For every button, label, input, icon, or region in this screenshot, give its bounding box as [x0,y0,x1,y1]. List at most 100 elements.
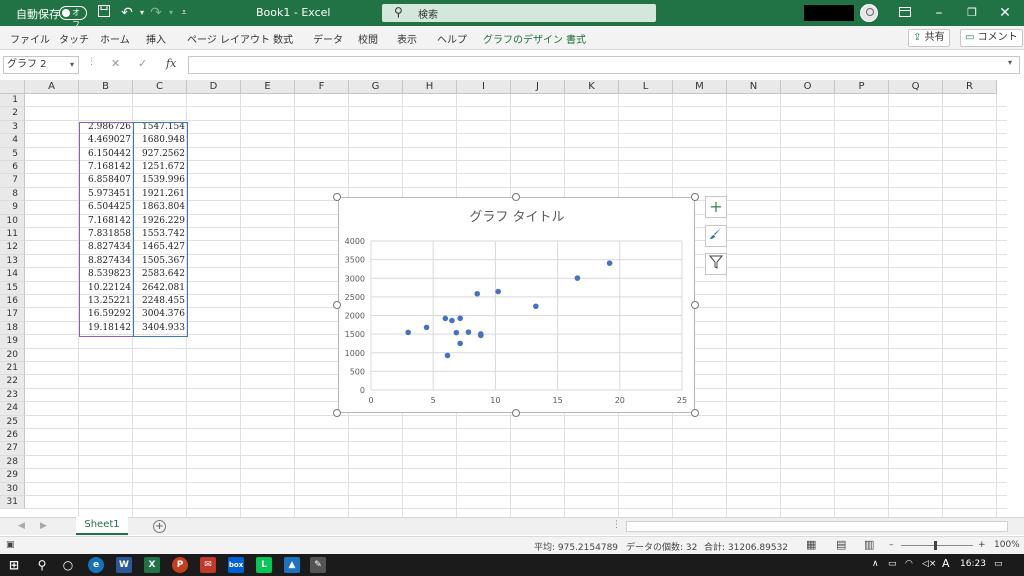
save-icon[interactable] [95,4,113,22]
zoom-slider-thumb[interactable] [934,541,937,550]
row-header-14[interactable]: 14 [0,268,25,282]
expand-formula-bar-icon[interactable]: ▾ [1008,58,1012,67]
macro-record-icon[interactable]: ▣ [6,540,15,550]
zoom-in-icon[interactable]: + [978,540,986,550]
search-icon[interactable]: ⚲ [34,557,50,573]
sheet-tab-sheet1[interactable]: Sheet1 [76,517,128,535]
chart-styles-icon[interactable] [705,225,727,247]
volume-icon[interactable]: ◁× [922,559,936,569]
zoom-out-icon[interactable]: – [889,540,894,550]
resize-handle-tl[interactable] [333,193,341,201]
close-icon[interactable]: ✕ [996,4,1014,22]
row-header-15[interactable]: 15 [0,281,25,295]
row-header-2[interactable]: 2 [0,107,25,121]
data-point[interactable] [442,315,449,322]
row-header-12[interactable]: 12 [0,241,25,255]
box-icon[interactable]: box [228,557,244,573]
scatter-chart[interactable]: グラフ タイトル 0 500 1000 1500 2000 2500 3000 3500 400… [338,197,695,413]
column-header-d[interactable]: D [187,80,241,94]
column-header-r[interactable]: R [943,80,997,94]
column-header-n[interactable]: N [727,80,781,94]
row-header-10[interactable]: 10 [0,214,25,228]
line-icon[interactable]: L [256,557,272,573]
tray-chevron-icon[interactable]: ∧ [872,559,879,569]
row-header-21[interactable]: 21 [0,362,25,376]
data-point[interactable] [495,288,501,295]
column-header-j[interactable]: J [511,80,565,94]
row-header-11[interactable]: 11 [0,228,25,242]
zoom-level[interactable]: 100% [994,540,1020,550]
wifi-icon[interactable]: ◠ [905,559,913,569]
resize-handle-r[interactable] [691,301,699,309]
data-point[interactable] [444,352,451,359]
next-sheet-icon[interactable]: ▶ [40,521,47,531]
windows-start-icon[interactable]: ⊞ [6,557,22,573]
add-chart-element-icon[interactable]: + [705,196,727,218]
data-point[interactable] [474,290,481,297]
row-header-26[interactable]: 26 [0,429,25,443]
edge-icon[interactable]: e [88,557,104,573]
mail-icon[interactable]: ✉ [200,557,216,573]
zoom-slider[interactable] [901,541,973,550]
column-header-i[interactable]: I [457,80,511,94]
chart-title[interactable]: グラフ タイトル [469,210,564,225]
comments-button[interactable]: ▭ コメント [960,29,1023,47]
data-point[interactable] [457,340,463,347]
row-header-28[interactable]: 28 [0,455,25,470]
normal-view-icon[interactable]: ▦ [806,538,816,551]
column-header-g[interactable]: G [349,80,403,94]
row-header-1[interactable]: 1 [0,94,25,108]
page-break-view-icon[interactable]: ▥ [864,538,874,551]
taskbar-clock[interactable]: 16:23 [960,559,986,569]
column-header-l[interactable]: L [619,80,673,94]
column-header-o[interactable]: O [781,80,835,94]
select-all-corner[interactable] [0,80,25,94]
tab-file[interactable]: ファイル [10,31,50,46]
row-header-31[interactable]: 31 [0,496,25,510]
column-header-m[interactable]: M [673,80,727,94]
confirm-entry-icon[interactable]: ✓ [138,57,147,70]
data-series[interactable] [405,260,613,359]
network-icon[interactable]: ▭ [888,559,897,569]
formula-input[interactable] [188,56,1020,74]
data-point[interactable] [457,315,463,322]
data-point[interactable] [574,275,581,281]
row-header-18[interactable]: 18 [0,321,25,336]
row-header-13[interactable]: 13 [0,254,25,269]
resize-handle-br[interactable] [691,409,699,417]
column-header-h[interactable]: H [403,80,457,94]
row-header-29[interactable]: 29 [0,469,25,483]
row-header-5[interactable]: 5 [0,147,25,161]
word-icon[interactable]: W [116,557,132,573]
data-point[interactable] [423,324,430,331]
row-header-17[interactable]: 17 [0,308,25,322]
data-point[interactable] [533,303,539,310]
resize-handle-bl[interactable] [333,409,341,417]
row-header-23[interactable]: 23 [0,388,25,403]
tab-review[interactable]: 校閲 [358,31,378,46]
row-header-27[interactable]: 27 [0,442,25,456]
tab-page-layout[interactable]: ページ レイアウト [187,31,270,46]
tab-help[interactable]: ヘルプ [437,31,467,46]
chevron-down-icon[interactable]: ▾ [70,57,74,73]
tab-formulas[interactable]: 数式 [273,31,293,46]
row-header-20[interactable]: 20 [0,348,25,362]
add-sheet-button[interactable]: + [153,520,166,533]
tab-touch[interactable]: タッチ [59,31,89,46]
data-point[interactable] [405,329,411,336]
row-header-25[interactable]: 25 [0,415,25,429]
data-point[interactable] [606,260,613,266]
column-header-e[interactable]: E [241,80,295,94]
data-point[interactable] [478,331,484,337]
notifications-icon[interactable]: ▭ [994,559,1003,569]
row-header-6[interactable]: 6 [0,161,25,175]
tab-chart-design[interactable]: グラフのデザイン [483,31,563,46]
paint-icon[interactable]: ✎ [310,557,326,573]
row-header-8[interactable]: 8 [0,187,25,202]
resize-handle-t[interactable] [512,193,520,201]
row-header-7[interactable]: 7 [0,174,25,188]
horizontal-scrollbar[interactable] [626,521,1008,532]
share-button[interactable]: ⇪ 共有 [908,29,950,47]
resize-handle-b[interactable] [512,409,520,417]
previous-sheet-icon[interactable]: ◀ [18,521,25,531]
